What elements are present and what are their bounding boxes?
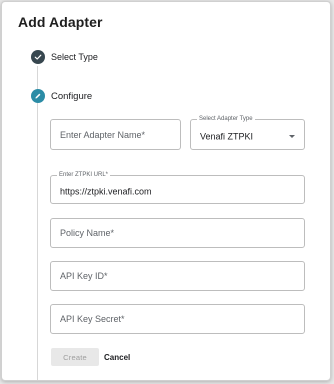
ztpki-url-label: Enter ZTPKI URL* — [57, 171, 111, 179]
stepper-connector — [37, 66, 38, 380]
cancel-button[interactable]: Cancel — [104, 353, 130, 362]
adapter-type-value: Venafi ZTPKI — [200, 131, 254, 141]
api-key-secret-input[interactable]: API Key Secret* — [50, 304, 305, 334]
dialog-title: Add Adapter — [18, 14, 103, 30]
adapter-type-label: Select Adapter Type — [197, 115, 255, 123]
step-select-type[interactable]: Select Type — [51, 52, 98, 62]
create-button[interactable]: Create — [51, 348, 99, 366]
ztpki-url-input[interactable]: Enter ZTPKI URL* https://ztpki.venafi.co… — [50, 171, 305, 204]
pencil-icon — [31, 89, 45, 103]
step-configure[interactable]: Configure — [51, 91, 92, 102]
adapter-name-input[interactable]: Enter Adapter Name* — [50, 119, 181, 150]
chevron-down-icon — [289, 134, 295, 138]
add-adapter-dialog: Add Adapter Select Type Configure Enter … — [1, 1, 331, 381]
api-key-secret-placeholder: API Key Secret* — [60, 314, 125, 324]
adapter-type-select[interactable]: Select Adapter Type Venafi ZTPKI — [190, 115, 305, 150]
api-key-id-input[interactable]: API Key ID* — [50, 261, 305, 291]
policy-name-placeholder: Policy Name* — [60, 228, 115, 238]
api-key-id-placeholder: API Key ID* — [60, 271, 108, 281]
dialog-actions: Create Cancel — [51, 348, 130, 366]
check-icon — [31, 50, 45, 64]
adapter-name-placeholder: Enter Adapter Name* — [60, 129, 146, 140]
policy-name-input[interactable]: Policy Name* — [50, 218, 305, 248]
ztpki-url-value: https://ztpki.venafi.com — [60, 186, 152, 196]
